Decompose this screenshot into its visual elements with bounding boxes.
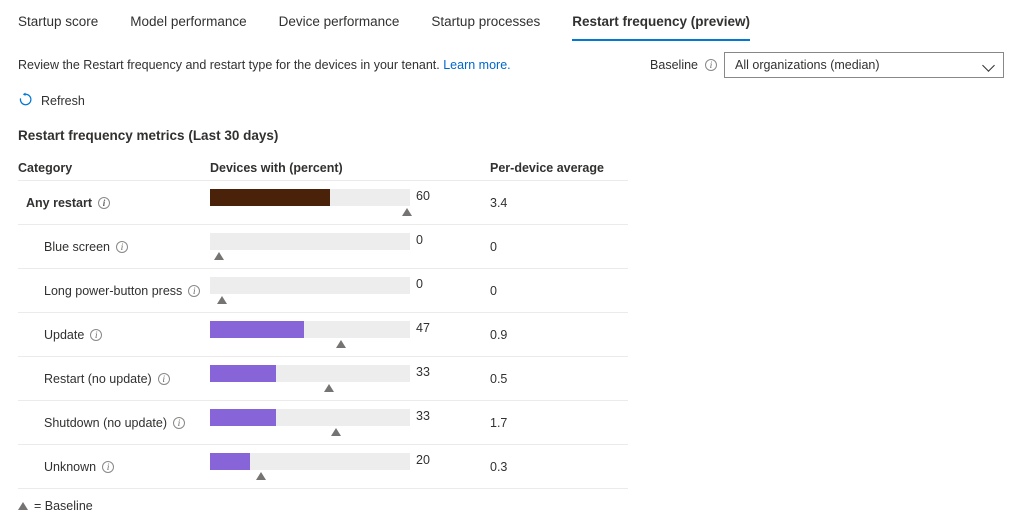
per-device-average-cell: 0 <box>490 239 497 254</box>
bar-track <box>210 232 410 250</box>
category-label: Unknown <box>44 459 97 474</box>
baseline-marker-icon <box>324 383 334 392</box>
triangle-marker-icon <box>18 502 28 510</box>
per-device-average-cell: 1.7 <box>490 415 508 430</box>
devices-with-percent-cell: 20 <box>210 445 490 489</box>
category-cell: Unknown <box>18 460 210 474</box>
baseline-marker-icon <box>402 207 412 216</box>
info-icon[interactable] <box>90 328 103 341</box>
percent-value: 60 <box>416 188 430 203</box>
bar-track <box>210 276 410 294</box>
category-cell: Shutdown (no update) <box>18 416 210 430</box>
table-row: Shutdown (no update) 33 1.7 <box>18 401 628 445</box>
refresh-button[interactable]: Refresh <box>18 90 89 112</box>
bar-fill <box>210 188 330 206</box>
column-header-per-device-average: Per-device average <box>490 160 604 175</box>
bar-fill <box>210 364 276 382</box>
refresh-label: Refresh <box>41 94 85 108</box>
baseline-marker-icon <box>256 471 266 480</box>
legend: = Baseline <box>0 489 1024 513</box>
category-label: Long power-button press <box>44 283 183 298</box>
table-header: Category Devices with (percent) Per-devi… <box>18 155 628 181</box>
page-description: Review the Restart frequency and restart… <box>18 57 511 73</box>
tab-restart-frequency-preview[interactable]: Restart frequency (preview) <box>556 14 766 41</box>
percent-value: 33 <box>416 408 430 423</box>
column-header-category: Category <box>18 160 73 175</box>
info-icon[interactable] <box>705 59 717 71</box>
per-device-average-cell: 0.3 <box>490 459 508 474</box>
baseline-select[interactable]: All organizations (median) <box>724 52 1004 78</box>
tab-device-performance[interactable]: Device performance <box>263 14 416 41</box>
devices-with-percent-cell: 0 <box>210 269 490 313</box>
chevron-down-icon <box>983 59 995 71</box>
percent-value: 47 <box>416 320 430 335</box>
info-icon[interactable] <box>173 416 186 429</box>
table-row: Update 47 0.9 <box>18 313 628 357</box>
baseline-marker-icon <box>217 295 227 304</box>
category-label: Update <box>44 327 85 342</box>
per-device-average-cell: 3.4 <box>490 195 508 210</box>
percent-value: 0 <box>416 276 423 291</box>
info-icon[interactable] <box>116 240 129 253</box>
refresh-icon <box>18 92 33 110</box>
percent-value: 0 <box>416 232 423 247</box>
category-cell: Blue screen <box>18 240 210 254</box>
baseline-label: Baseline <box>650 58 698 72</box>
table-row: Blue screen 0 0 <box>18 225 628 269</box>
devices-with-percent-cell: 0 <box>210 225 490 269</box>
table-row: Long power-button press 0 0 <box>18 269 628 313</box>
bar-fill <box>210 320 304 338</box>
description-text: Review the Restart frequency and restart… <box>18 58 440 72</box>
baseline-marker-icon <box>336 339 346 348</box>
bar-track <box>210 364 410 382</box>
command-bar: Refresh <box>0 78 1024 114</box>
category-cell: Long power-button press <box>18 284 210 298</box>
table-row: Unknown 20 0.3 <box>18 445 628 489</box>
category-label: Any restart <box>26 195 92 210</box>
table-row: Restart (no update) 33 0.5 <box>18 357 628 401</box>
category-cell: Restart (no update) <box>18 372 210 386</box>
category-label: Restart (no update) <box>44 371 152 386</box>
info-icon[interactable] <box>188 284 201 297</box>
per-device-average-cell: 0.9 <box>490 327 508 342</box>
category-label: Blue screen <box>44 239 111 254</box>
bar-fill <box>210 452 250 470</box>
bar-track <box>210 408 410 426</box>
table-row: Any restart 60 3.4 <box>18 181 628 225</box>
legend-label: = Baseline <box>34 499 93 513</box>
per-device-average-cell: 0.5 <box>490 371 508 386</box>
category-cell: Any restart <box>18 196 210 210</box>
info-icon[interactable] <box>102 460 115 473</box>
bar-track <box>210 452 410 470</box>
tab-startup-processes[interactable]: Startup processes <box>415 14 556 41</box>
tab-bar: Startup score Model performance Device per… <box>0 0 1024 44</box>
tab-startup-score[interactable]: Startup score <box>18 14 114 41</box>
per-device-average-cell: 0 <box>490 283 497 298</box>
info-icon[interactable] <box>98 196 110 209</box>
bar-track <box>210 188 410 206</box>
learn-more-link[interactable]: Learn more. <box>443 58 510 72</box>
percent-value: 20 <box>416 452 430 467</box>
category-cell: Update <box>18 328 210 342</box>
baseline-control: Baseline All organizations (median) <box>650 52 1014 78</box>
column-header-devices-with-percent: Devices with (percent) <box>210 160 343 175</box>
devices-with-percent-cell: 33 <box>210 401 490 445</box>
baseline-marker-icon <box>214 251 224 260</box>
section-title: Restart frequency metrics (Last 30 days) <box>18 128 279 143</box>
baseline-select-value: All organizations (median) <box>735 58 880 72</box>
devices-with-percent-cell: 33 <box>210 357 490 401</box>
tab-model-performance[interactable]: Model performance <box>114 14 262 41</box>
restart-frequency-table: Category Devices with (percent) Per-devi… <box>18 155 628 489</box>
percent-value: 33 <box>416 364 430 379</box>
devices-with-percent-cell: 47 <box>210 313 490 357</box>
baseline-marker-icon <box>331 427 341 436</box>
bar-fill <box>210 408 276 426</box>
devices-with-percent-cell: 60 <box>210 181 490 225</box>
info-icon[interactable] <box>157 372 170 385</box>
bar-track <box>210 320 410 338</box>
table-body: Any restart603.4Blue screen00Long power-… <box>18 181 628 489</box>
description-row: Review the Restart frequency and restart… <box>0 44 1024 78</box>
category-label: Shutdown (no update) <box>44 415 168 430</box>
